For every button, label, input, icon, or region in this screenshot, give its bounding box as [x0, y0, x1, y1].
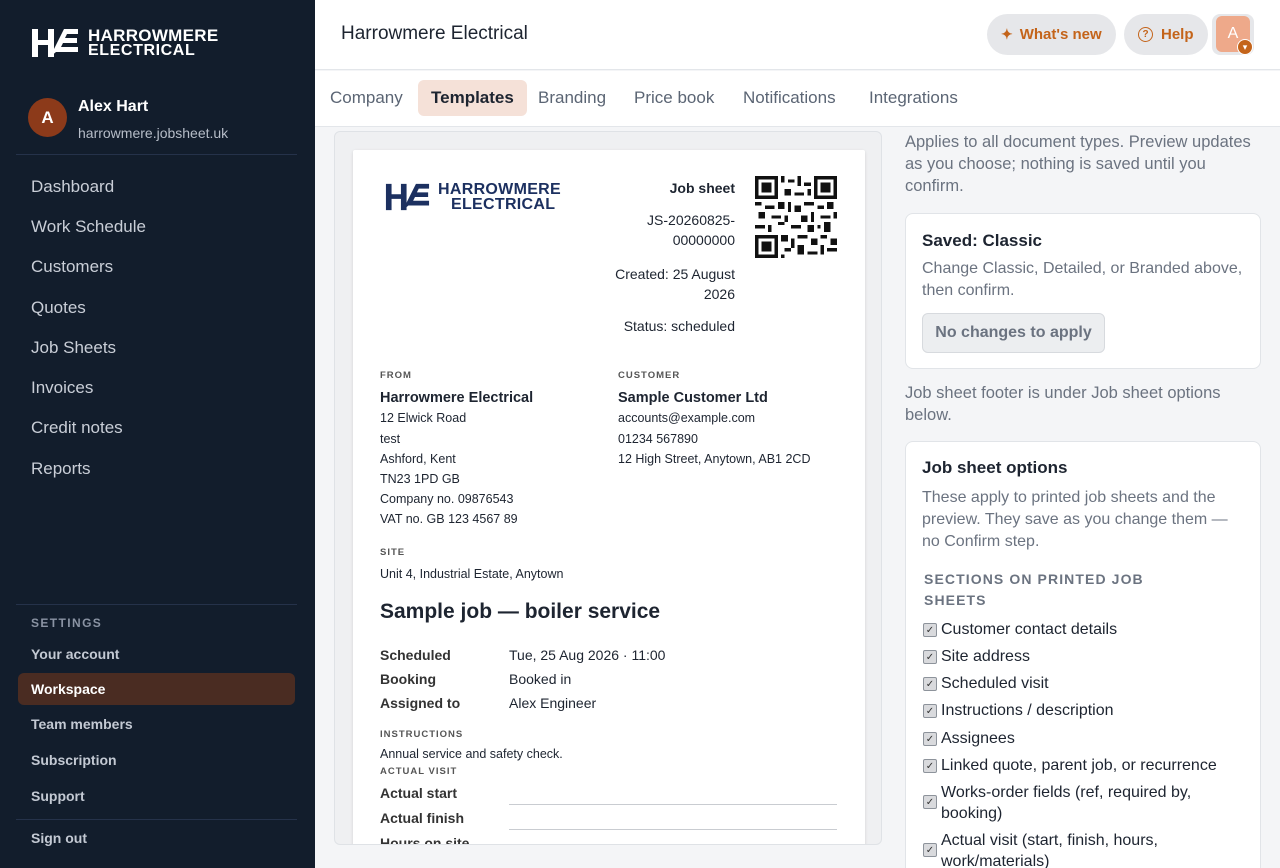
settings-item-workspace[interactable]: Workspace	[18, 673, 295, 705]
chevron-down-icon: ▾	[1237, 39, 1253, 55]
checkbox-linked-quote[interactable]: ✓ Linked quote, parent job, or recurrence	[923, 755, 1217, 776]
divider	[16, 154, 297, 155]
tab-branding[interactable]: Branding	[525, 80, 619, 116]
logo-text: HARROWMERE ELECTRICAL	[88, 26, 219, 59]
user-domain: harrowmere.jobsheet.uk	[78, 125, 229, 141]
nav-item-credit-notes[interactable]: Credit notes	[31, 418, 123, 438]
saved-template-card: Saved: Classic Change Classic, Detailed,…	[905, 213, 1261, 369]
logo-mark-icon	[32, 29, 78, 57]
template-intro-text: Applies to all document types. Preview u…	[905, 133, 1251, 195]
job-status: Status: scheduled	[623, 318, 735, 334]
divider	[16, 819, 297, 820]
site-block: SITE Unit 4, Industrial Estate, Anytown	[380, 547, 564, 582]
nav-item-reports[interactable]: Reports	[31, 459, 91, 479]
checkbox-instructions[interactable]: ✓ Instructions / description	[923, 700, 1114, 721]
tab-notifications[interactable]: Notifications	[730, 80, 849, 116]
checkbox-checked-icon: ✓	[923, 843, 937, 857]
instructions-block: INSTRUCTIONS Annual service and safety c…	[380, 729, 563, 777]
user-name: Alex Hart	[78, 98, 149, 115]
nav-item-customers[interactable]: Customers	[31, 257, 113, 277]
document-logo: HARROWMERE ELECTRICAL	[384, 182, 561, 213]
tab-price-book[interactable]: Price book	[621, 80, 727, 116]
template-preview[interactable]: HARROWMERE ELECTRICAL Job sheet JS-20260…	[334, 131, 882, 845]
apply-changes-button[interactable]: No changes to apply	[922, 313, 1105, 353]
checkbox-works-order[interactable]: ✓ Works-order fields (ref, required by, b…	[923, 782, 1223, 824]
from-block: FROM Harrowmere Electrical 12 Elwick Roa…	[380, 370, 534, 527]
checkbox-checked-icon: ✓	[923, 677, 937, 691]
nav-item-work-schedule[interactable]: Work Schedule	[31, 217, 146, 237]
tab-integrations[interactable]: Integrations	[856, 80, 971, 116]
settings-item-subscription[interactable]: Subscription	[31, 752, 117, 768]
nav-item-quotes[interactable]: Quotes	[31, 298, 86, 318]
checkbox-customer-contact[interactable]: ✓ Customer contact details	[923, 619, 1117, 640]
checkbox-checked-icon: ✓	[923, 732, 937, 746]
sidebar: HARROWMERE ELECTRICAL A Alex Hart harrow…	[0, 0, 315, 868]
saved-template-title: Saved: Classic	[922, 231, 1043, 250]
settings-item-team-members[interactable]: Team members	[31, 716, 133, 732]
checkbox-checked-icon: ✓	[923, 795, 937, 809]
checkbox-assignees[interactable]: ✓ Assignees	[923, 728, 1015, 749]
qr-code-icon	[755, 176, 837, 258]
tab-company[interactable]: Company	[317, 80, 416, 116]
nav-item-job-sheets[interactable]: Job Sheets	[31, 338, 116, 358]
sign-out-button[interactable]: Sign out	[31, 830, 87, 846]
saved-template-desc: Change Classic, Detailed, or Branded abo…	[922, 260, 1243, 299]
settings-section-label: SETTINGS	[31, 616, 103, 630]
settings-item-your-account[interactable]: Your account	[31, 646, 119, 662]
field-scheduled: Scheduled Tue, 25 Aug 2026 · 11:00	[380, 647, 666, 663]
actual-finish-line	[509, 829, 837, 830]
field-assigned-to: Assigned to Alex Engineer	[380, 695, 597, 711]
job-sheet-document: HARROWMERE ELECTRICAL Job sheet JS-20260…	[353, 150, 865, 845]
job-sheet-options-title: Job sheet options	[922, 458, 1068, 477]
help-button[interactable]: ? Help	[1124, 14, 1208, 55]
checkbox-checked-icon: ✓	[923, 650, 937, 664]
sections-label: SECTIONS ON PRINTED JOB SHEETS	[924, 571, 1144, 608]
created-date: Created: 25 August	[615, 266, 735, 282]
checkbox-actual-visit[interactable]: ✓ Actual visit (start, finish, hours, wor…	[923, 830, 1223, 868]
whats-new-label: What's new	[1019, 26, 1102, 43]
user-profile[interactable]: A Alex Hart harrowmere.jobsheet.uk	[28, 98, 228, 141]
help-label: Help	[1161, 26, 1194, 43]
job-sheet-options-card: Job sheet options These apply to printed…	[905, 441, 1261, 868]
checkbox-checked-icon: ✓	[923, 704, 937, 718]
whats-new-button[interactable]: ✦ What's new	[987, 14, 1116, 55]
field-hours-on-site: Hours on site	[380, 835, 470, 845]
nav-item-dashboard[interactable]: Dashboard	[31, 177, 114, 197]
brand-logo[interactable]: HARROWMERE ELECTRICAL	[30, 27, 219, 59]
checkbox-scheduled-visit[interactable]: ✓ Scheduled visit	[923, 673, 1049, 694]
checkbox-site-address[interactable]: ✓ Site address	[923, 646, 1030, 667]
footer-note-text: Job sheet footer is under Job sheet opti…	[905, 384, 1221, 424]
field-actual-start: Actual start	[380, 785, 458, 801]
job-sheet-options-desc: These apply to printed job sheets and th…	[922, 489, 1228, 550]
nav-item-invoices[interactable]: Invoices	[31, 378, 93, 398]
field-booking: Booking Booked in	[380, 671, 572, 687]
settings-item-support[interactable]: Support	[31, 788, 85, 804]
logo-mark-icon	[385, 183, 430, 211]
top-header: Harrowmere Electrical ✦ What's new ? Hel…	[315, 0, 1280, 70]
job-title: Sample job — boiler service	[380, 600, 661, 623]
document-number: JS-20260825-	[647, 212, 735, 228]
settings-tabs: Company Templates Branding Price book No…	[315, 71, 1280, 127]
page-title: Harrowmere Electrical	[341, 23, 528, 44]
avatar: A	[28, 98, 67, 137]
account-menu-button[interactable]: A ▾	[1212, 14, 1254, 55]
field-actual-finish: Actual finish	[380, 810, 465, 826]
actual-start-line	[509, 804, 837, 805]
sparkle-icon: ✦	[1001, 26, 1013, 42]
divider	[16, 604, 297, 605]
customer-block: CUSTOMER Sample Customer Ltd accounts@ex…	[618, 370, 811, 466]
document-type: Job sheet	[669, 180, 735, 196]
settings-item-label: Workspace	[31, 681, 106, 697]
checkbox-checked-icon: ✓	[923, 623, 937, 637]
help-icon: ?	[1138, 27, 1153, 42]
tab-templates[interactable]: Templates	[418, 80, 527, 116]
checkbox-checked-icon: ✓	[923, 759, 937, 773]
document-header-meta: Job sheet JS-20260825- 00000000 Created:…	[615, 178, 735, 336]
created-date-cont: 2026	[703, 286, 735, 302]
document-number-cont: 00000000	[672, 232, 735, 248]
